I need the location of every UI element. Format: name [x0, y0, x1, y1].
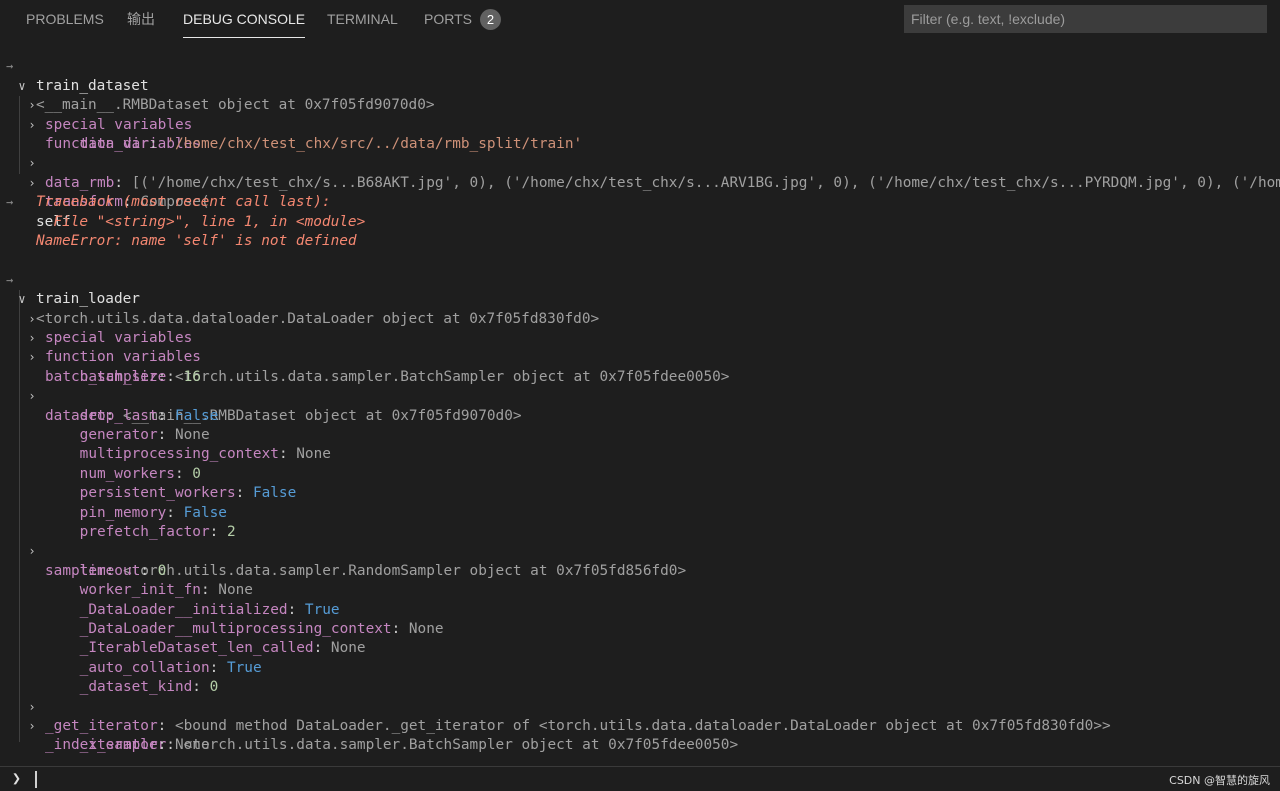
variable-value: None	[330, 640, 366, 657]
tree-item[interactable]: batch_size: 16	[45, 348, 201, 385]
tree-item[interactable]: › _index_sampler: <torch.utils.data.samp…	[0, 698, 738, 753]
tree-item[interactable]: timeout: 0	[45, 542, 167, 579]
variable-name: data_dir	[79, 136, 149, 152]
tree-item[interactable]: _iterator: None	[45, 717, 210, 753]
console-entry: → train_dataset	[0, 38, 149, 93]
tab-output[interactable]: 输出	[127, 0, 155, 38]
input-arrow-icon: →	[6, 195, 14, 210]
chevron-right-icon[interactable]: ›	[26, 542, 38, 561]
error-line: NameError: name 'self' is not defined	[36, 233, 357, 249]
variable-value: '/home/chx/test_chx/src/../data/rmb_spli…	[166, 136, 583, 152]
variable-value: <torch.utils.data.sampler.BatchSampler o…	[174, 368, 730, 385]
tree-item[interactable]: › dataset: <__main__.RMBDataset object a…	[0, 368, 521, 423]
tree-item[interactable]: › _get_iterator: <bound method DataLoade…	[0, 678, 1110, 734]
tab-problems[interactable]: PROBLEMS	[26, 0, 104, 38]
tree-item[interactable]: _DataLoader__multiprocessing_context: No…	[45, 601, 444, 637]
tab-ports-label: PORTS	[424, 11, 472, 27]
tree-item[interactable]: data_dir: '/home/chx/test_chx/src/../dat…	[45, 116, 583, 152]
variable-value: <bound method DataLoader._get_iterator o…	[174, 718, 1111, 734]
variable-value: 16	[183, 368, 201, 385]
tree-item[interactable]: generator: None	[45, 407, 210, 443]
chevron-right-icon[interactable]: ›	[26, 717, 38, 736]
tab-ports[interactable]: PORTS 2	[424, 0, 501, 38]
tree-item[interactable]: num_workers: 0	[45, 445, 201, 482]
variable-value: None	[296, 446, 331, 463]
variable-value: True	[226, 659, 262, 676]
variable-value: 2	[226, 524, 236, 540]
tree-item[interactable]: pin_memory: False	[45, 484, 227, 521]
panel-tab-bar: PROBLEMS 输出 DEBUG CONSOLE TERMINAL PORTS…	[0, 0, 1280, 38]
console-result[interactable]: ∨ <torch.utils.data.dataloader.DataLoade…	[0, 271, 599, 326]
chevron-right-icon[interactable]: ›	[26, 387, 38, 406]
tree-item-label: special variables	[45, 330, 193, 346]
evaluated-expression: train_loader	[36, 291, 140, 308]
variable-name: _iterator	[79, 737, 158, 754]
tab-debug-console[interactable]: DEBUG CONSOLE	[183, 0, 306, 38]
variable-name: batch_size	[79, 368, 167, 385]
variable-value: False	[252, 485, 297, 502]
variable-name: _dataset_kind	[79, 679, 193, 696]
tree-item[interactable]: › data_rmb: [('/home/chx/test_chx/s...B6…	[0, 135, 1280, 190]
text-cursor	[35, 771, 37, 788]
tree-item[interactable]: _DataLoader__initialized: True	[45, 581, 340, 618]
filter-input[interactable]	[904, 5, 1267, 33]
ports-count-badge: 2	[479, 8, 501, 30]
tree-item[interactable]: _auto_collation: True	[45, 639, 262, 676]
variable-value: [('/home/chx/test_chx/s...B68AKT.jpg', 0…	[131, 174, 1280, 191]
console-entry: → train_loader	[0, 251, 140, 307]
variable-value: 0	[209, 679, 219, 696]
error-line: File "<string>", line 1, in <module>	[36, 213, 366, 230]
variable-value: <torch.utils.data.sampler.BatchSampler o…	[183, 737, 739, 754]
console-result[interactable]: ∨ <__main__.RMBDataset object at 0x7f05f…	[0, 57, 434, 113]
variable-name: prefetch_factor	[79, 524, 210, 540]
variable-name: data_rmb	[45, 174, 115, 191]
evaluated-expression: train_dataset	[36, 77, 149, 94]
tree-item[interactable]: prefetch_factor: 2	[45, 504, 236, 540]
tree-item[interactable]: › batch_sampler: <torch.utils.data.sampl…	[0, 329, 729, 384]
tree-item[interactable]: persistent_workers: False	[45, 465, 297, 501]
watermark: CSDN @智慧的旋风	[1169, 774, 1270, 787]
tree-item[interactable]: › special variables	[0, 77, 192, 132]
tree-item[interactable]: › function variables	[0, 96, 201, 152]
chevron-right-icon[interactable]: ›	[26, 348, 38, 367]
prompt-chevron-icon: ❯	[12, 769, 22, 787]
result-value: <__main__.RMBDataset object at 0x7f05fd9…	[36, 97, 435, 114]
chevron-right-icon[interactable]: ›	[26, 116, 38, 135]
tree-item[interactable]: multiprocessing_context: None	[45, 426, 331, 462]
tree-item[interactable]: _dataset_kind: 0	[45, 659, 219, 695]
tree-item[interactable]: › sampler: <torch.utils.data.sampler.Ran…	[0, 523, 686, 578]
tree-item[interactable]: drop_last: False	[45, 387, 219, 424]
console-entry: → self	[0, 174, 71, 229]
console-input-bar[interactable]: ❯ CSDN @智慧的旋风	[0, 766, 1280, 791]
debug-console-output[interactable]: → train_dataset ∨ <__main__.RMBDataset o…	[0, 38, 1280, 766]
tree-item[interactable]: › function variables	[0, 310, 201, 365]
variable-value: None	[408, 621, 444, 637]
tab-terminal[interactable]: TERMINAL	[327, 0, 398, 38]
tree-item[interactable]: › transform: Compose(	[0, 154, 209, 210]
error-line: Traceback (most recent call last):	[36, 194, 331, 211]
result-value: <torch.utils.data.dataloader.DataLoader …	[36, 310, 600, 327]
tree-item[interactable]: _IterableDataset_len_called: None	[45, 620, 366, 656]
tree-item[interactable]: › special variables	[0, 290, 192, 346]
tree-item[interactable]: worker_init_fn: None	[45, 562, 253, 598]
variable-value: None	[174, 737, 210, 754]
